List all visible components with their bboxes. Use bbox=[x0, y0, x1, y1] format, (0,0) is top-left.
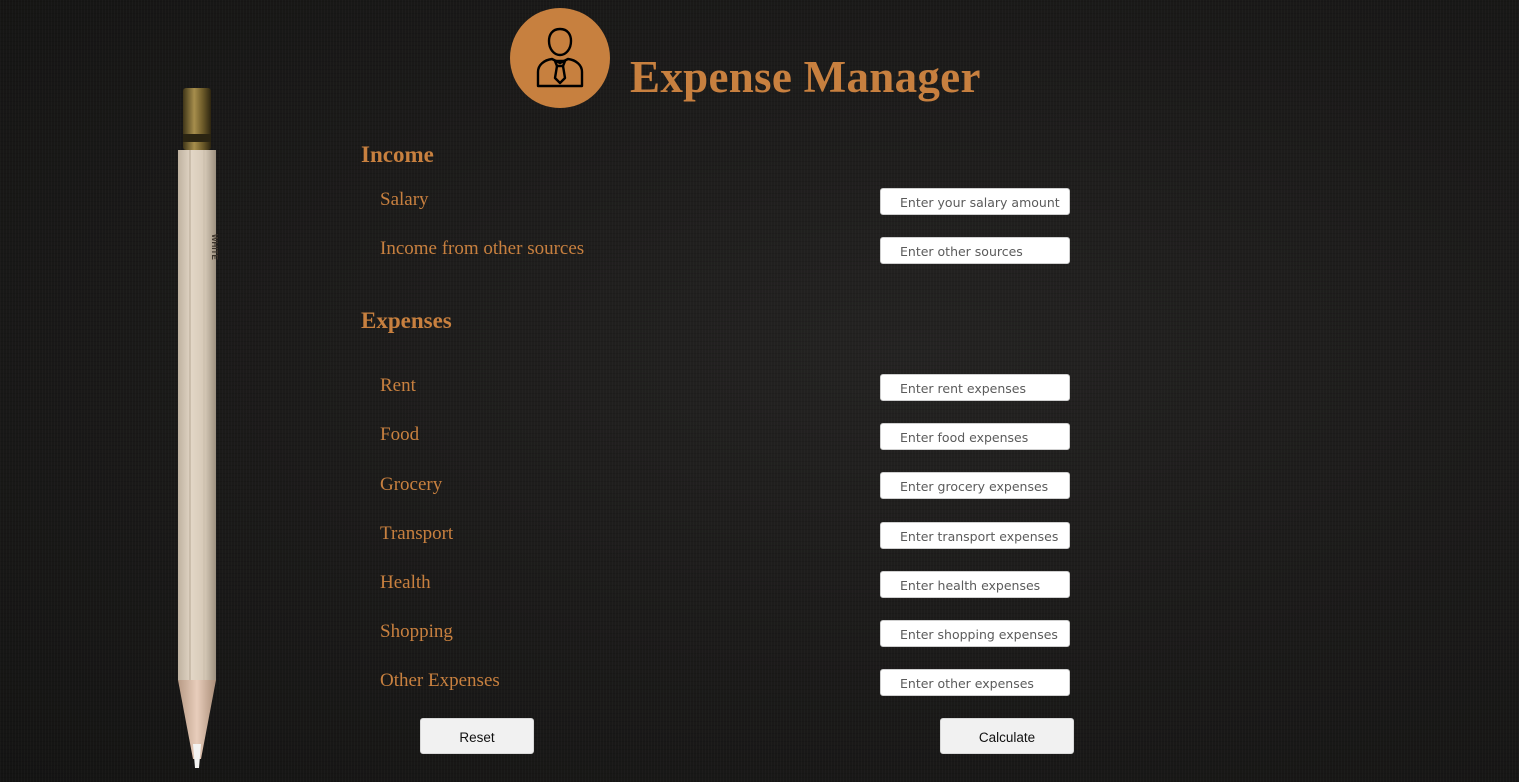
health-label: Health bbox=[380, 572, 431, 593]
expenses-section-title: Expenses bbox=[361, 308, 452, 333]
businessman-icon bbox=[536, 27, 584, 88]
food-label: Food bbox=[380, 424, 420, 445]
grocery-input[interactable] bbox=[880, 472, 1070, 499]
other-income-input[interactable] bbox=[880, 237, 1070, 264]
food-input[interactable] bbox=[880, 423, 1070, 450]
logo-badge bbox=[510, 8, 610, 108]
transport-input[interactable] bbox=[880, 522, 1070, 549]
salary-input[interactable] bbox=[880, 188, 1070, 215]
reset-button[interactable]: Reset bbox=[420, 718, 534, 754]
pencil-icon: WHITE bbox=[178, 88, 219, 768]
shopping-label: Shopping bbox=[380, 621, 453, 642]
shopping-input[interactable] bbox=[880, 620, 1070, 647]
salary-label: Salary bbox=[380, 189, 429, 210]
other-income-label: Income from other sources bbox=[380, 238, 585, 259]
health-input[interactable] bbox=[880, 571, 1070, 598]
rent-label: Rent bbox=[380, 375, 416, 396]
rent-input[interactable] bbox=[880, 374, 1070, 401]
other-expenses-label: Other Expenses bbox=[380, 670, 500, 691]
income-section-title: Income bbox=[361, 142, 434, 167]
app-title: Expense Manager bbox=[630, 52, 981, 102]
pencil-imprint: WHITE bbox=[210, 234, 219, 260]
transport-label: Transport bbox=[380, 523, 454, 544]
other-expenses-input[interactable] bbox=[880, 669, 1070, 696]
grocery-label: Grocery bbox=[380, 474, 443, 495]
calculate-button[interactable]: Calculate bbox=[940, 718, 1074, 754]
